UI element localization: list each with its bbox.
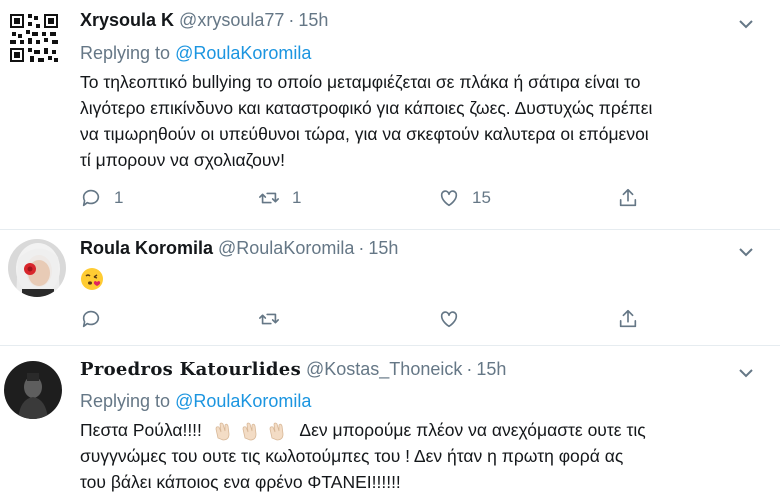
profile-photo-icon [4,361,62,419]
like-count: 15 [472,188,491,207]
user-handle[interactable]: @RoulaKoromila [218,238,354,258]
chevron-down-icon[interactable] [738,367,754,379]
face-blowing-kiss-icon [81,268,103,290]
clapping-hands-icon [269,422,283,441]
display-name[interactable]: Proedros Katourlides [80,359,301,380]
timestamp[interactable]: 15h [368,238,398,258]
tweet-1[interactable]: Xrysoula K @xrysoula77 · 15h Replying to @R… [0,0,780,229]
replying-prefix: Replying to [80,43,171,63]
tweet-text-line: να τιμωρηθούν οι υπεύθυνοι τώρα, για να … [80,124,649,144]
display-name[interactable]: Xrysoula K [80,10,174,30]
tweet-text [80,267,104,291]
avatar[interactable] [8,12,60,64]
clapping-hands-icon [215,422,230,441]
tweet-text-line: λιγότερο επικίνδυνο και καταστροφικό για… [80,98,653,118]
tweet-3[interactable]: Proedros Katourlides @Kostas_Thoneick · 15h… [0,345,780,500]
timestamp[interactable]: 15h [476,359,506,379]
tweet-text-line: συγγνώμες του ουτε τις κωλοτούμπες του !… [80,446,624,466]
chevron-down-icon[interactable] [738,18,754,30]
tweet-header: Xrysoula K @xrysoula77 · 15h [80,10,328,31]
like-button[interactable]: 15 [438,185,491,211]
mention-link[interactable]: @RoulaKoromila [175,391,311,411]
retweet-count: 1 [292,188,302,207]
user-handle[interactable]: @xrysoula77 [179,10,284,30]
heart-icon [440,311,458,328]
qr-code-icon [8,12,60,64]
profile-photo-icon [8,239,66,297]
mention-link[interactable]: @RoulaKoromila [175,43,311,63]
reply-count: 1 [114,188,124,207]
retweet-button[interactable] [258,306,292,332]
separator-dot: · [466,359,473,379]
reply-icon [82,189,100,207]
tweet-header: Roula Koromila @RoulaKoromila · 15h [80,238,398,259]
reply-button[interactable] [80,306,114,332]
tweet-text-line: του βάλει κάποιος ενα φρένο ΦΤΑΝΕΙ!!!!!! [80,472,401,492]
heart-icon [440,190,458,207]
avatar[interactable] [8,239,66,297]
like-button[interactable] [438,306,472,332]
share-button[interactable] [617,306,639,332]
tweet-text-line: Πεστα Ρούλα!!!! Δεν μπορούμε πλέον να αν… [80,417,760,443]
replying-to: Replying to @RoulaKoromila [80,43,311,64]
retweet-button[interactable]: 1 [258,185,301,211]
reply-icon [82,310,100,328]
display-name[interactable]: Roula Koromila [80,238,213,258]
share-icon [619,309,637,328]
replying-prefix: Replying to [80,391,171,411]
separator-dot: · [358,238,365,258]
retweet-icon [259,313,279,325]
tweet-text: Πεστα Ρούλα!!!! Δεν μπορούμε πλέον να αν… [80,417,760,495]
tweet-text-line: Το τηλεοπτικό bullying το οποίο μεταμφιέ… [80,72,641,92]
user-handle[interactable]: @Kostas_Thoneick [306,359,462,379]
chevron-down-icon[interactable] [738,246,754,258]
timestamp[interactable]: 15h [298,10,328,30]
clap-emojis [213,420,294,441]
reply-button[interactable]: 1 [80,185,123,211]
tweet-actions [80,306,660,332]
avatar[interactable] [4,361,62,419]
tweet-text-line: τί μπορουν να σχολιαζουν! [80,150,286,170]
separator-dot: · [288,10,295,30]
tweet-2[interactable]: Roula Koromila @RoulaKoromila · 15h [0,229,780,345]
tweet-text-segment: Πεστα Ρούλα!!!! [80,420,202,440]
tweet-text-segment: Δεν μπορούμε πλέον να ανεχόμαστε ουτε τι… [299,420,646,440]
retweet-icon [259,192,279,204]
tweet-actions: 1 1 15 [80,185,660,211]
tweet-text: Το τηλεοπτικό bullying το οποίο μεταμφιέ… [80,69,760,173]
clapping-hands-icon [242,422,257,441]
tweet-header: Proedros Katourlides @Kostas_Thoneick · 15h [80,359,506,380]
share-icon [619,188,637,207]
share-button[interactable] [617,185,639,211]
replying-to: Replying to @RoulaKoromila [80,391,311,412]
